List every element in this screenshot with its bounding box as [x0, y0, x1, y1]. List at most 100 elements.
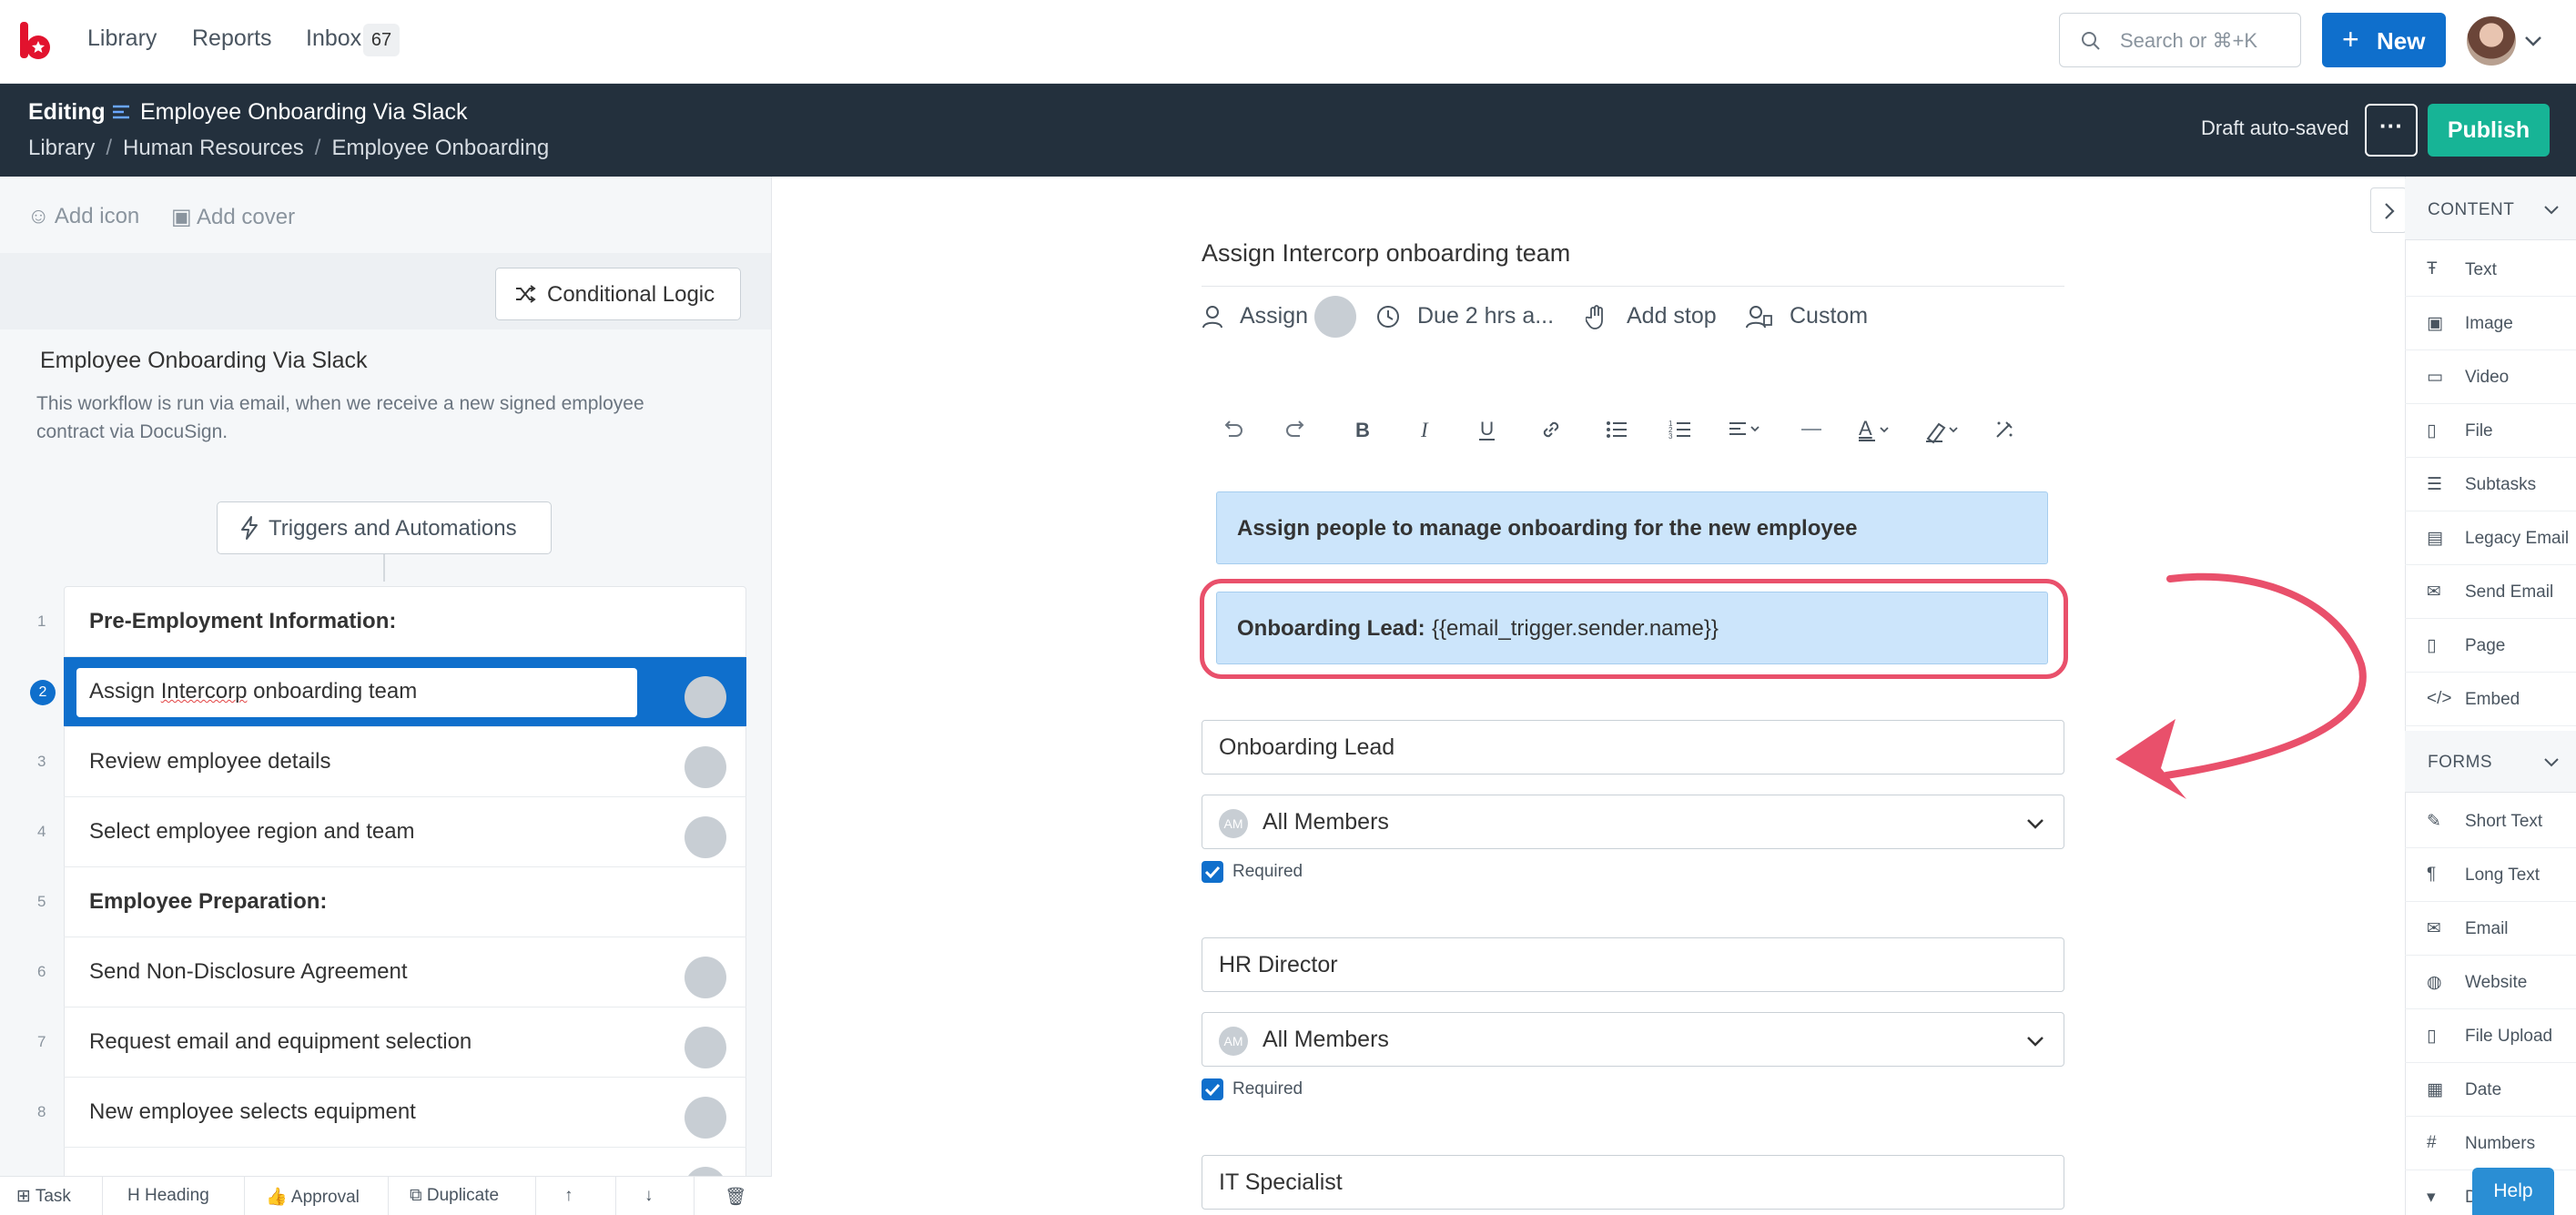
task-row-heading[interactable]: Pre-Employment Information:: [64, 587, 746, 657]
assignee-group-icon[interactable]: [685, 676, 726, 718]
new-button[interactable]: + New: [2322, 13, 2446, 67]
form-field-label-input[interactable]: IT Specialist: [1202, 1155, 2064, 1210]
move-up-icon[interactable]: ↑: [564, 1186, 573, 1206]
widget-text[interactable]: Ŧ Text: [2405, 243, 2576, 297]
add-heading-button[interactable]: H Heading: [127, 1186, 209, 1206]
image-icon: ▣: [171, 205, 192, 229]
due-date-button[interactable]: Due 2 hrs a...: [1417, 303, 1554, 329]
members-select[interactable]: AM All Members: [1202, 795, 2064, 849]
content-section-header[interactable]: CONTENT: [2405, 178, 2576, 240]
triggers-automations-button[interactable]: Triggers and Automations: [217, 501, 552, 554]
help-button[interactable]: Help: [2472, 1168, 2554, 1215]
toolbar-divider: [388, 1177, 389, 1215]
widget-file[interactable]: ▯ File: [2405, 404, 2576, 458]
align-dropdown-icon[interactable]: [1728, 417, 1764, 442]
form-field-label-input[interactable]: Onboarding Lead: [1202, 720, 2064, 775]
workflow-title[interactable]: Employee Onboarding Via Slack: [140, 99, 467, 126]
task-title[interactable]: Assign Intercorp onboarding team: [1202, 239, 1570, 268]
task-row[interactable]: Select employee region and team: [64, 797, 746, 867]
widget-date[interactable]: ▦ Date: [2405, 1063, 2576, 1117]
svg-text:A: A: [1859, 417, 1872, 440]
text-color-icon[interactable]: A: [1857, 417, 1893, 444]
task-row[interactable]: Request email and equipment selection: [64, 1007, 746, 1078]
clock-icon: [1377, 306, 1399, 328]
clear-format-icon[interactable]: [1992, 417, 2017, 442]
redo-icon[interactable]: [1283, 417, 1309, 442]
widget-website[interactable]: ◍ Website: [2405, 956, 2576, 1009]
search-input[interactable]: Search or ⌘+K: [2059, 13, 2301, 67]
members-avatar: AM: [1219, 1027, 1248, 1056]
task-row-heading[interactable]: Employee Preparation:: [64, 867, 746, 937]
duplicate-button[interactable]: ⧉ Duplicate: [410, 1186, 499, 1206]
custom-button[interactable]: Custom: [1790, 303, 1868, 329]
add-stop-button[interactable]: Add stop: [1627, 303, 1717, 329]
nav-reports-link[interactable]: Reports: [192, 25, 272, 52]
field-label: HR Director: [1219, 952, 1338, 977]
underline-icon[interactable]: U: [1475, 417, 1500, 442]
svg-text:B: B: [1355, 419, 1370, 441]
widget-numbers[interactable]: # Numbers: [2405, 1117, 2576, 1170]
email-task-icon[interactable]: [685, 1097, 726, 1139]
task-row[interactable]: Send Non-Disclosure Agreement: [64, 937, 746, 1007]
undo-icon[interactable]: [1220, 417, 1245, 442]
assignee-group-icon[interactable]: [685, 1027, 726, 1068]
widget-legacy-email[interactable]: ▤ Legacy Email: [2405, 511, 2576, 565]
assignee-group-icon[interactable]: [685, 957, 726, 998]
text-block[interactable]: Assign people to manage onboarding for t…: [1216, 491, 2048, 564]
add-task-button[interactable]: ⊞ Task: [16, 1186, 71, 1207]
chevron-down-icon: [2544, 758, 2559, 767]
bullet-list-icon[interactable]: [1604, 417, 1629, 442]
nav-inbox-link[interactable]: Inbox: [306, 25, 361, 52]
subtasks-icon: ☰: [2427, 475, 2443, 494]
conditional-logic-button[interactable]: Conditional Logic: [495, 268, 741, 320]
form-field-label-input[interactable]: HR Director: [1202, 937, 2064, 992]
link-icon[interactable]: [1538, 417, 1564, 442]
move-down-icon[interactable]: ↓: [644, 1186, 654, 1206]
chevron-down-icon[interactable]: [2523, 31, 2543, 51]
task-label: Employee Preparation:: [89, 889, 328, 914]
divider-icon[interactable]: [1799, 417, 1824, 442]
task-row[interactable]: New employee selects equipment: [64, 1078, 746, 1148]
italic-icon[interactable]: I: [1413, 417, 1438, 442]
breadcrumb-library[interactable]: Library: [28, 136, 95, 160]
nav-library-link[interactable]: Library: [87, 25, 157, 52]
user-avatar[interactable]: [2467, 16, 2516, 66]
widget-send-email[interactable]: ✉ Send Email: [2405, 565, 2576, 619]
members-select[interactable]: AM All Members: [1202, 1012, 2064, 1067]
forms-section-header[interactable]: FORMS: [2405, 731, 2576, 793]
chevron-down-icon: [2027, 819, 2044, 829]
pencil-icon: ✎: [2427, 812, 2441, 831]
widget-video[interactable]: ▭ Video: [2405, 350, 2576, 404]
assignee-group-icon[interactable]: [1314, 296, 1356, 338]
task-label: Assign Intercorp onboarding team: [89, 679, 418, 704]
task-row-active[interactable]: Assign Intercorp onboarding team: [64, 657, 746, 727]
top-navbar: Library Reports Inbox 67 Search or ⌘+K +…: [0, 0, 2576, 84]
assign-button[interactable]: Assign: [1240, 303, 1308, 329]
assignee-group-icon[interactable]: [685, 816, 726, 858]
widget-long-text[interactable]: ¶ Long Text: [2405, 848, 2576, 902]
widget-short-text[interactable]: ✎ Short Text: [2405, 795, 2576, 848]
widget-file-upload[interactable]: ▯ File Upload: [2405, 1009, 2576, 1063]
widget-page[interactable]: ▯ Page: [2405, 619, 2576, 673]
widget-image[interactable]: ▣ Image: [2405, 297, 2576, 350]
workflow-description[interactable]: This workflow is run via email, when we …: [36, 390, 710, 446]
breadcrumb-employee-onboarding[interactable]: Employee Onboarding: [331, 136, 549, 160]
add-cover-button[interactable]: ▣ Add cover: [171, 204, 295, 230]
publish-button[interactable]: Publish: [2428, 104, 2550, 157]
widget-embed[interactable]: </> Embed: [2405, 673, 2576, 726]
app-logo-icon[interactable]: [18, 22, 53, 62]
workflow-name[interactable]: Employee Onboarding Via Slack: [40, 348, 367, 374]
assignee-group-icon[interactable]: [685, 746, 726, 788]
trash-icon[interactable]: 🗑: [725, 1186, 746, 1208]
more-options-button[interactable]: ···: [2365, 104, 2418, 157]
bold-icon[interactable]: B: [1349, 417, 1374, 442]
highlight-icon[interactable]: [1924, 417, 1964, 444]
widget-email[interactable]: ✉ Email: [2405, 902, 2576, 956]
numbered-list-icon[interactable]: 123: [1668, 417, 1693, 442]
add-icon-button[interactable]: ☺ Add icon: [27, 204, 139, 229]
collapse-sidebar-button[interactable]: [2370, 187, 2407, 233]
add-approval-button[interactable]: 👍 Approval: [266, 1186, 360, 1208]
task-row[interactable]: Review employee details: [64, 727, 746, 797]
widget-subtasks[interactable]: ☰ Subtasks: [2405, 458, 2576, 511]
breadcrumb-human-resources[interactable]: Human Resources: [123, 136, 304, 160]
